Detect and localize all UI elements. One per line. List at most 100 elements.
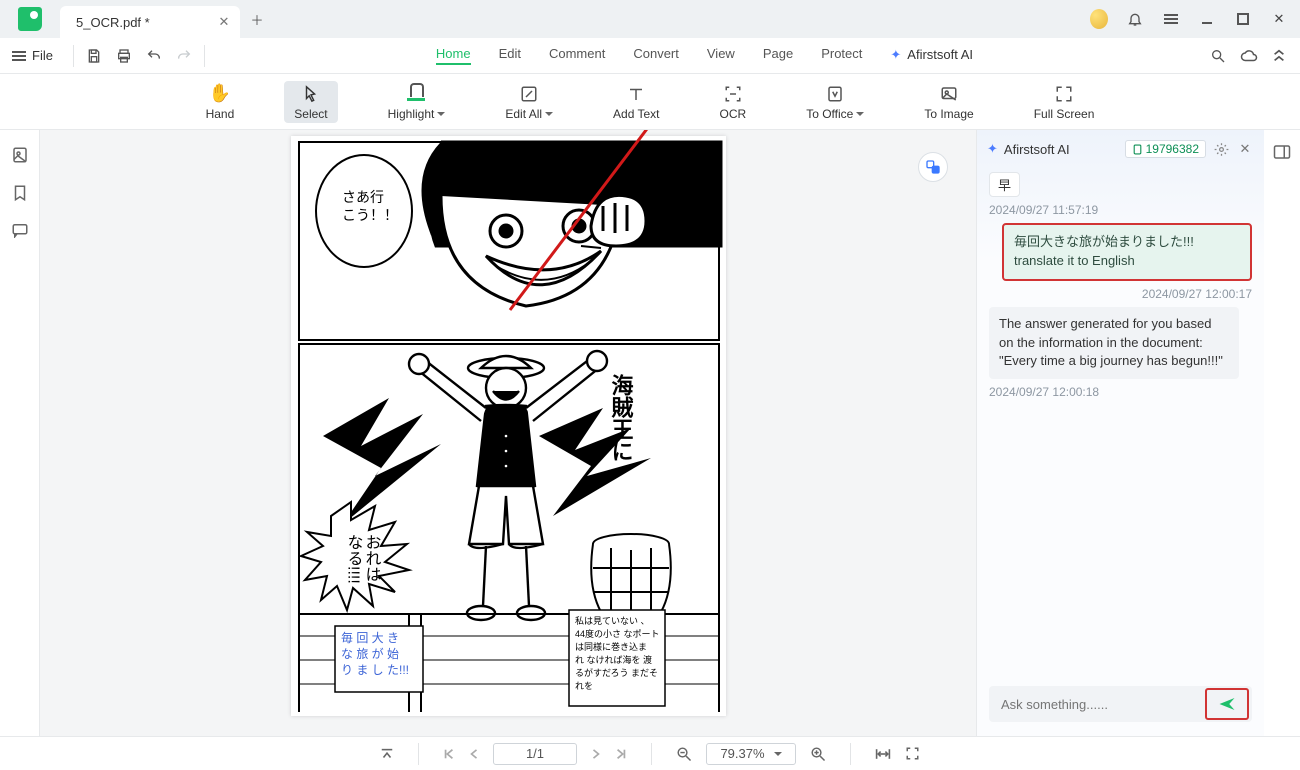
last-page-icon[interactable] — [615, 748, 627, 760]
print-icon[interactable] — [116, 48, 132, 64]
file-label: File — [32, 48, 53, 63]
ai-panel-header: ✦ Afirstsoft AI 19796382 ✕ — [977, 130, 1264, 168]
ai-message: The answer generated for you based on th… — [989, 307, 1239, 380]
scroll-top-icon[interactable] — [380, 747, 394, 761]
ask-input[interactable] — [1001, 697, 1208, 712]
prev-page-icon[interactable] — [469, 748, 479, 760]
zoom-out-icon[interactable] — [676, 746, 692, 762]
svg-text:なる!!!!: なる!!!! — [344, 534, 362, 584]
file-menu[interactable]: File — [0, 48, 65, 63]
document-view[interactable]: さあ行 こう！！ — [40, 130, 976, 736]
workspace: さあ行 こう！！ — [0, 130, 1300, 736]
bell-icon[interactable] — [1126, 10, 1144, 28]
close-panel-icon[interactable]: ✕ — [1236, 140, 1254, 158]
menu-afirstsoft-ai[interactable]: ✦ Afirstsoft AI — [890, 46, 973, 65]
divider — [204, 45, 205, 67]
minimize-icon[interactable] — [1198, 10, 1216, 28]
fit-width-icon[interactable] — [875, 747, 891, 761]
svg-text:れ なければ海を 渡: れ なければ海を 渡 — [575, 654, 652, 665]
edit-all-tool[interactable]: Edit All — [495, 81, 563, 123]
svg-text:おれは: おれは — [362, 534, 381, 582]
composer — [977, 676, 1264, 736]
app-logo — [0, 0, 60, 38]
ribbon: ✋Hand Select Highlight Edit All Add Text… — [0, 74, 1300, 130]
collapse-icon[interactable] — [1272, 49, 1286, 63]
divider — [73, 45, 74, 67]
menu-convert[interactable]: Convert — [633, 46, 679, 65]
svg-text:こう！！: こう！！ — [342, 207, 398, 223]
main-menu: Home Edit Comment Convert View Page Prot… — [213, 46, 1196, 65]
menu-protect[interactable]: Protect — [821, 46, 862, 65]
comments-icon[interactable] — [11, 222, 29, 238]
maximize-icon[interactable] — [1234, 10, 1252, 28]
close-window-icon[interactable]: ✕ — [1270, 10, 1288, 28]
translate-badge[interactable] — [918, 152, 948, 182]
document-tab[interactable]: 5_OCR.pdf * ✕ — [60, 6, 240, 38]
undo-icon[interactable] — [146, 48, 162, 64]
quick-access-toolbar — [82, 48, 196, 64]
svg-text:り ま し た!!!: り ま し た!!! — [341, 663, 409, 677]
zoom-indicator[interactable]: 79.37% — [706, 743, 796, 765]
svg-text:毎 回 大 き: 毎 回 大 き — [341, 630, 399, 645]
page-indicator[interactable]: 1/1 — [493, 743, 577, 765]
svg-text:は同様に巻き込ま: は同様に巻き込ま — [575, 641, 647, 652]
hand-tool[interactable]: ✋Hand — [196, 81, 245, 123]
timestamp: 2024/09/27 12:00:18 — [989, 385, 1252, 399]
quick-chip[interactable]: 早 — [989, 172, 1020, 197]
svg-text:海賊王に: 海賊王に — [608, 373, 633, 462]
select-tool[interactable]: Select — [284, 81, 337, 123]
svg-text:44度の小さ なポート: 44度の小さ なポート — [575, 628, 660, 639]
menu-view[interactable]: View — [707, 46, 735, 65]
tab-title: 5_OCR.pdf * — [76, 15, 150, 30]
ai-spark-icon: ✦ — [987, 141, 998, 157]
zoom-in-icon[interactable] — [810, 746, 826, 762]
settings-icon[interactable] — [1212, 140, 1230, 158]
menu-home[interactable]: Home — [436, 46, 471, 65]
cloud-icon[interactable] — [1240, 48, 1258, 64]
window-controls: ✕ — [1090, 0, 1300, 38]
page: さあ行 こう！！ — [291, 136, 726, 716]
timestamp: 2024/09/27 12:00:17 — [1142, 287, 1252, 301]
menu-page[interactable]: Page — [763, 46, 793, 65]
to-image-tool[interactable]: To Image — [914, 81, 983, 123]
close-tab-icon[interactable]: ✕ — [216, 14, 232, 30]
menu-row: File Home Edit Comment Convert View Page… — [0, 38, 1300, 74]
menu-icon[interactable] — [1162, 10, 1180, 28]
user-message: 毎回大きな旅が始まりました!!! translate it to English — [1002, 223, 1252, 281]
fit-page-icon[interactable] — [905, 746, 920, 761]
speech-go: さあ行 — [342, 189, 384, 205]
menu-comment[interactable]: Comment — [549, 46, 605, 65]
to-office-tool[interactable]: To Office — [796, 81, 874, 123]
svg-text:な 旅 が 始: な 旅 が 始 — [341, 646, 399, 661]
premium-icon[interactable] — [1090, 10, 1108, 28]
title-bar: 5_OCR.pdf * ✕ ＋ ✕ — [0, 0, 1300, 38]
status-bar: 1/1 79.37% — [0, 736, 1300, 770]
ai-panel-title: Afirstsoft AI — [1004, 142, 1070, 157]
ai-label: Afirstsoft AI — [907, 47, 973, 62]
timestamp: 2024/09/27 11:57:19 — [989, 203, 1252, 217]
svg-text:れを: れを — [575, 681, 593, 691]
next-page-icon[interactable] — [591, 748, 601, 760]
chat-body: 早 2024/09/27 11:57:19 毎回大きな旅が始まりました!!! t… — [977, 168, 1264, 676]
save-icon[interactable] — [86, 48, 102, 64]
bookmarks-icon[interactable] — [12, 184, 28, 202]
send-button[interactable] — [1205, 688, 1249, 720]
redo-icon[interactable] — [176, 48, 192, 64]
highlight-tool[interactable]: Highlight — [378, 81, 456, 123]
left-toolbar — [0, 130, 40, 736]
manga-page-content: さあ行 こう！！ — [291, 136, 726, 716]
first-page-icon[interactable] — [443, 748, 455, 760]
ocr-tool[interactable]: OCR — [710, 81, 757, 123]
menu-edit[interactable]: Edit — [499, 46, 521, 65]
document-id-badge[interactable]: 19796382 — [1125, 140, 1206, 158]
ai-spark-icon: ✦ — [890, 47, 901, 63]
right-toolbar — [1264, 130, 1300, 736]
panel-toggle-icon[interactable] — [1273, 144, 1291, 160]
full-screen-tool[interactable]: Full Screen — [1024, 81, 1105, 123]
add-text-tool[interactable]: Add Text — [603, 81, 669, 123]
add-tab-button[interactable]: ＋ — [240, 0, 274, 38]
ai-panel: ✦ Afirstsoft AI 19796382 ✕ 早 2024/09/27 … — [976, 130, 1264, 736]
svg-text:私は見ていない 、: 私は見ていない 、 — [575, 616, 650, 626]
search-icon[interactable] — [1210, 48, 1226, 64]
thumbnails-icon[interactable] — [11, 146, 29, 164]
